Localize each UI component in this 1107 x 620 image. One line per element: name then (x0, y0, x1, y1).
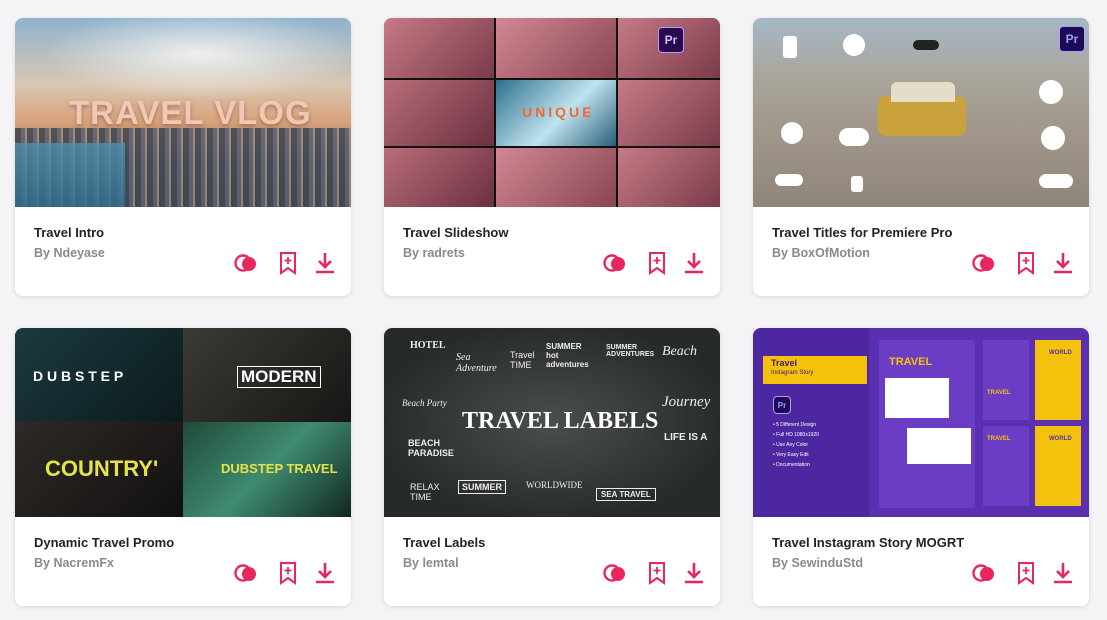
preview-circles-icon[interactable] (971, 560, 997, 586)
label-beach-paradise: BEACH PARADISE (408, 438, 454, 458)
card-title[interactable]: Travel Slideshow (403, 225, 509, 240)
label-summer-adventures: SUMMER ADVENTURES (606, 344, 655, 358)
thumbnail[interactable]: TRAVEL VLOG (15, 18, 351, 207)
van-illustration (878, 96, 966, 136)
premiere-pro-badge: Pr (658, 27, 684, 53)
download-icon[interactable] (312, 560, 338, 586)
preview-circles-icon[interactable] (971, 250, 997, 276)
premiere-pro-badge: Pr (1059, 26, 1085, 52)
asset-card-travel-titles[interactable]: Pr Travel Titles for Premiere Pro By Box… (753, 18, 1089, 296)
premiere-pro-badge: Pr (773, 396, 791, 414)
asset-card-travel-intro[interactable]: TRAVEL VLOG Travel Intro By Ndeyase (15, 18, 351, 296)
card-title[interactable]: Dynamic Travel Promo (34, 535, 174, 550)
label-worldwide: WORLDWIDE (526, 480, 583, 490)
thumbnail[interactable]: HOTEL Sea Adventure Travel TIME SUMMER h… (384, 328, 720, 517)
preview-circles-icon[interactable] (233, 560, 259, 586)
story-frame-2 (983, 340, 1029, 420)
story-title-2: TRAVEL (987, 390, 1011, 396)
card-title[interactable]: Travel Intro (34, 225, 104, 240)
thumbnail[interactable]: D U B S T E P MODERN COUNTRY' DUBSTEP TR… (15, 328, 351, 517)
card-author[interactable]: By BoxOfMotion (772, 246, 870, 260)
card-author[interactable]: By SewinduStd (772, 556, 863, 570)
label-travel-time: Travel TIME (510, 350, 535, 370)
card-title[interactable]: Travel Titles for Premiere Pro (772, 225, 952, 240)
label-beach: Beach (662, 344, 697, 359)
thumbnail-title-3: COUNTRY' (45, 456, 159, 481)
thumbnail-title: TRAVEL VLOG (69, 94, 312, 131)
preview-circles-icon[interactable] (602, 560, 628, 586)
thumbnail[interactable]: Travel Instagram Story Pr • 5 Different … (753, 328, 1089, 517)
thumbnail-title: TRAVEL LABELS (462, 408, 659, 434)
card-author[interactable]: By radrets (403, 246, 465, 260)
asset-card-travel-labels[interactable]: HOTEL Sea Adventure Travel TIME SUMMER h… (384, 328, 720, 606)
thumbnail[interactable]: UNIQUE Pr (384, 18, 720, 207)
label-hotel: HOTEL (410, 340, 446, 351)
preview-circles-icon[interactable] (602, 250, 628, 276)
download-icon[interactable] (1050, 250, 1076, 276)
promo-title: Travel (771, 358, 798, 368)
thumbnail-title: UNIQUE (522, 104, 595, 120)
thumbnail[interactable]: Pr (753, 18, 1089, 207)
thumbnail-title-4: DUBSTEP TRAVEL (221, 461, 338, 476)
story-title-5: WORLD (1049, 436, 1072, 442)
label-beach-party: Beach Party (402, 398, 447, 408)
card-title[interactable]: Travel Labels (403, 535, 485, 550)
asset-card-travel-instagram-story[interactable]: Travel Instagram Story Pr • 5 Different … (753, 328, 1089, 606)
card-author[interactable]: By lemtal (403, 556, 459, 570)
card-author[interactable]: By NacremFx (34, 556, 114, 570)
promo-subtitle: Instagram Story (771, 370, 814, 376)
thumbnail-title-2: MODERN (237, 366, 321, 388)
preview-circles-icon[interactable] (233, 250, 259, 276)
feature-list: • 5 Different Design • Full HD 1080x1920… (773, 422, 819, 468)
story-title-4: TRAVEL (987, 436, 1011, 442)
label-sea-adventure: Sea Adventure (456, 352, 497, 374)
download-icon[interactable] (312, 250, 338, 276)
story-title-main: TRAVEL (889, 356, 933, 368)
bookmark-add-icon[interactable] (1013, 250, 1039, 276)
label-life-is-a: LIFE IS A (664, 432, 708, 443)
label-summer-hot: SUMMER hot adventures (546, 342, 589, 369)
asset-card-travel-slideshow[interactable]: UNIQUE Pr Travel Slideshow By radrets (384, 18, 720, 296)
asset-card-dynamic-travel-promo[interactable]: D U B S T E P MODERN COUNTRY' DUBSTEP TR… (15, 328, 351, 606)
download-icon[interactable] (681, 560, 707, 586)
card-author[interactable]: By Ndeyase (34, 246, 105, 260)
bookmark-add-icon[interactable] (275, 560, 301, 586)
bookmark-add-icon[interactable] (1013, 560, 1039, 586)
label-sea-travel: SEA TRAVEL (596, 488, 656, 501)
card-title[interactable]: Travel Instagram Story MOGRT (772, 535, 964, 550)
label-summer: SUMMER (458, 480, 506, 494)
download-icon[interactable] (681, 250, 707, 276)
bookmark-add-icon[interactable] (644, 560, 670, 586)
bookmark-add-icon[interactable] (275, 250, 301, 276)
download-icon[interactable] (1050, 560, 1076, 586)
thumbnail-title-1: D U B S T E P (33, 368, 124, 384)
story-title-3: WORLD (1049, 350, 1072, 356)
bookmark-add-icon[interactable] (644, 250, 670, 276)
label-journey: Journey (662, 394, 711, 410)
label-relax-time: RELAX TIME (410, 482, 440, 502)
